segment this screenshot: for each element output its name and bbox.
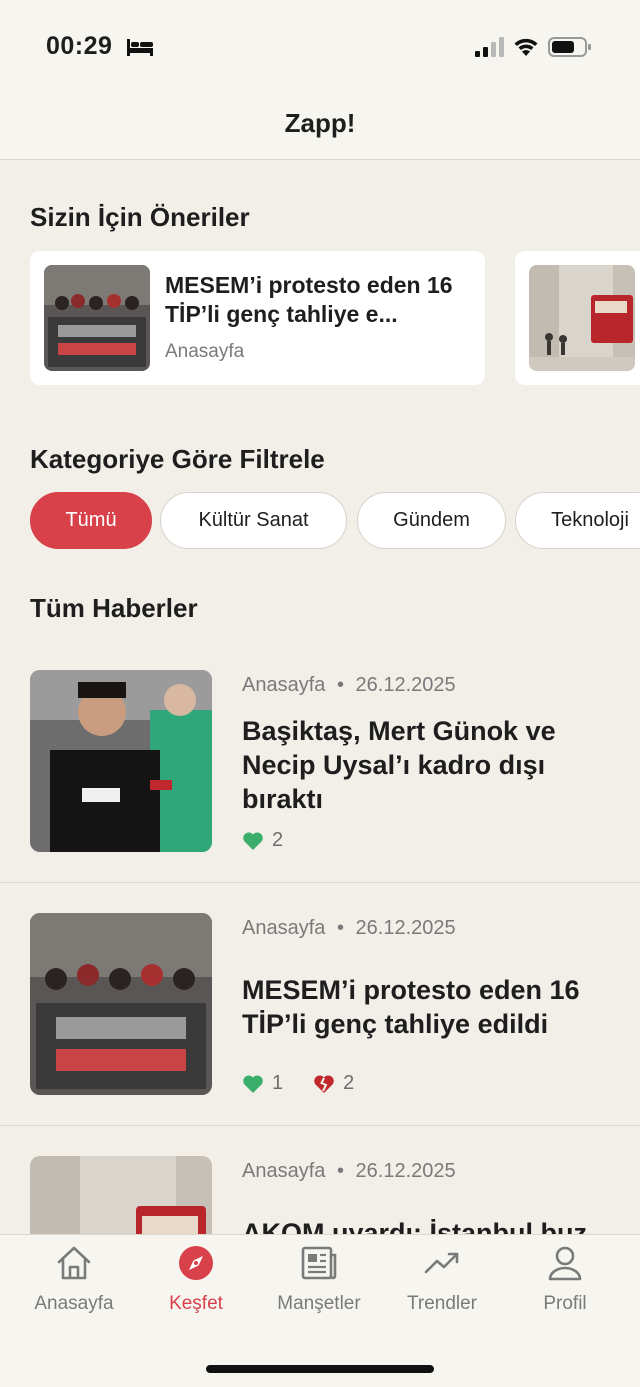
news-item[interactable]: Anasayfa • 26.12.2025 AKOM uyardı: İstan…	[0, 1126, 640, 1234]
news-thumbnail	[30, 913, 212, 1095]
recommendation-title: MESEM’i protesto eden 16 TİP’li genç tah…	[165, 272, 453, 327]
tab-profil[interactable]: Profil	[503, 1243, 627, 1323]
dislike-reaction[interactable]: 2	[313, 1072, 354, 1095]
news-list[interactable]: Anasayfa • 26.12.2025 Başiktaş, Mert Gün…	[0, 640, 640, 1234]
news-thumbnail	[30, 1156, 212, 1234]
news-meta: Anasayfa • 26.12.2025	[242, 1160, 456, 1183]
heart-icon	[243, 1074, 263, 1093]
news-item[interactable]: Anasayfa • 26.12.2025 MESEM’i protesto e…	[0, 883, 640, 1126]
app-title: Zapp!	[284, 108, 356, 138]
recommendations-carousel[interactable]: MESEM’i protesto eden 16 TİP’li genç tah…	[30, 251, 640, 386]
news-title: Başiktaş, Mert Günok ve Necip Uysal’ı ka…	[242, 716, 556, 814]
newspaper-icon	[301, 1246, 337, 1280]
tab-label: Anasayfa	[34, 1293, 114, 1314]
news-source: Anasayfa	[242, 674, 326, 696]
news-reactions: 1 2	[242, 1072, 376, 1095]
news-date: 26.12.2025	[355, 674, 456, 696]
all-news-title: Tüm Haberler	[30, 593, 198, 623]
cellular-signal-icon	[475, 37, 504, 57]
broken-heart-icon	[314, 1074, 334, 1093]
category-filter-chips: Tümü Kültür Sanat Gündem Teknoloji	[30, 492, 640, 550]
chip-tumu[interactable]: Tümü	[30, 492, 152, 549]
news-date: 26.12.2025	[355, 1160, 456, 1182]
filter-title: Kategoriye Göre Filtrele	[30, 444, 325, 474]
like-reaction[interactable]: 1	[242, 1072, 283, 1095]
chip-kultur-sanat[interactable]: Kültür Sanat	[160, 492, 347, 549]
tab-trendler[interactable]: Trendler	[380, 1243, 504, 1323]
news-title: AKOM uyardı: İstanbul buz	[242, 1218, 588, 1234]
profile-icon	[548, 1246, 582, 1281]
sleep-mode-icon	[127, 39, 153, 56]
tab-label: Profil	[543, 1293, 587, 1314]
heart-icon	[243, 831, 263, 850]
like-reaction[interactable]: 2	[242, 829, 283, 852]
status-bar: 00:29	[0, 0, 640, 92]
recommendation-card[interactable]	[515, 251, 640, 385]
like-count: 1	[272, 1072, 284, 1094]
home-icon	[57, 1246, 91, 1280]
chip-teknoloji[interactable]: Teknoloji	[515, 492, 640, 549]
news-source: Anasayfa	[242, 917, 326, 939]
app-header: Zapp!	[0, 92, 640, 160]
tab-anasayfa[interactable]: Anasayfa	[12, 1243, 136, 1323]
dislike-count: 2	[343, 1072, 355, 1094]
news-title: MESEM’i protesto eden 16 TİP’li genç tah…	[242, 975, 580, 1039]
battery-icon	[548, 37, 591, 57]
meta-separator: •	[336, 1160, 344, 1182]
recommendation-thumbnail	[529, 265, 635, 371]
trending-icon	[424, 1252, 459, 1274]
tab-mansetler[interactable]: Manşetler	[257, 1243, 381, 1323]
tab-kesfet[interactable]: Keşfet	[134, 1243, 258, 1323]
news-item[interactable]: Anasayfa • 26.12.2025 Başiktaş, Mert Gün…	[0, 640, 640, 883]
chip-gundem[interactable]: Gündem	[357, 492, 506, 549]
recommendation-source: Anasayfa	[165, 341, 245, 362]
compass-icon	[179, 1246, 213, 1280]
recommendations-title: Sizin İçin Öneriler	[30, 202, 250, 232]
news-thumbnail	[30, 670, 212, 852]
status-time: 00:29	[46, 32, 113, 60]
news-meta: Anasayfa • 26.12.2025	[242, 674, 456, 697]
tab-label: Manşetler	[277, 1293, 361, 1314]
recommendation-thumbnail	[44, 265, 150, 371]
news-meta: Anasayfa • 26.12.2025	[242, 917, 456, 940]
news-date: 26.12.2025	[355, 917, 456, 939]
like-count: 2	[272, 829, 284, 851]
meta-separator: •	[336, 917, 344, 939]
recommendation-card[interactable]: MESEM’i protesto eden 16 TİP’li genç tah…	[30, 251, 485, 385]
news-reactions: 2	[242, 829, 305, 852]
meta-separator: •	[336, 674, 344, 696]
tab-label: Trendler	[406, 1293, 478, 1314]
tab-label: Keşfet	[169, 1293, 223, 1314]
home-indicator[interactable]	[206, 1365, 434, 1373]
wifi-icon	[514, 38, 538, 56]
news-source: Anasayfa	[242, 1160, 326, 1182]
